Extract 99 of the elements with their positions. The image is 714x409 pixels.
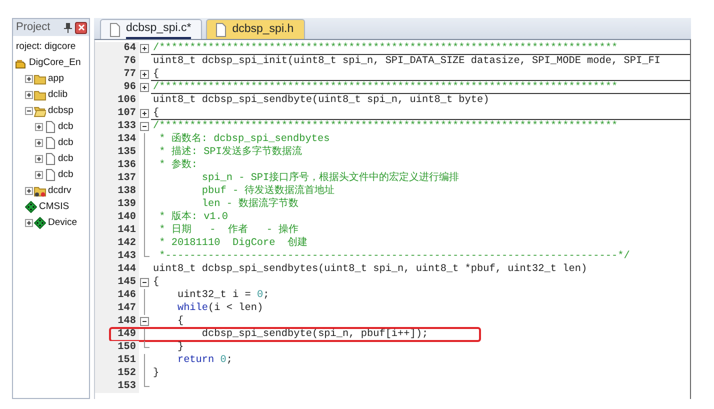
diamond-icon — [25, 201, 37, 213]
file-icon — [215, 22, 228, 36]
line-number: 138 — [95, 185, 139, 198]
line-number: 139 — [95, 198, 139, 211]
code-line: } — [176, 341, 185, 354]
collapse-icon[interactable] — [25, 107, 33, 115]
fold-expand-icon[interactable] — [139, 42, 151, 55]
open-folder-icon — [34, 105, 46, 117]
code-line: { — [151, 107, 690, 120]
code-line: * 日期 - 作者 - 操作 — [158, 224, 300, 236]
line-number: 134 — [95, 133, 139, 146]
file-icon — [44, 153, 56, 165]
code-line: * 函数名: dcbsp_spi_sendbytes — [158, 133, 331, 146]
code-line: /*************************************************************************** — [151, 81, 690, 94]
line-number: 151 — [95, 354, 139, 367]
target-icon — [15, 57, 27, 69]
code-line: } — [152, 367, 160, 380]
line-number: 96 — [95, 81, 139, 94]
line-number: 142 — [95, 237, 139, 250]
fold-expand-icon[interactable] — [139, 81, 151, 94]
code-line: * 20181110 DigCore 创建 — [158, 237, 308, 250]
close-button[interactable] — [75, 22, 87, 34]
code-line: /*************************************************************************** — [152, 120, 619, 133]
expand-icon[interactable] — [35, 139, 43, 147]
code-line: pbuf - 待发送数据流首地址 — [200, 185, 336, 198]
pin-icon[interactable] — [64, 22, 72, 32]
tree-item[interactable]: dclib — [13, 87, 89, 103]
expand-icon[interactable] — [35, 123, 43, 131]
tree-item[interactable]: dcb — [13, 151, 89, 167]
line-number: 136 — [95, 159, 139, 172]
tree-item[interactable]: dcb — [13, 119, 89, 135]
line-number: 64 — [95, 42, 139, 55]
panel-title: Project — [16, 20, 52, 36]
fold-collapse-icon[interactable] — [139, 276, 151, 289]
folder-icon — [34, 89, 46, 101]
line-number: 133 — [95, 120, 139, 133]
code-line: uint32_t i = 0; — [176, 289, 270, 302]
code-line: while(i < len) — [176, 302, 264, 315]
file-icon — [44, 121, 56, 133]
folder-icon — [34, 185, 46, 197]
expand-icon[interactable] — [25, 219, 33, 227]
line-number: 141 — [95, 224, 139, 237]
file-tab[interactable]: dcbsp_spi.c* — [100, 19, 202, 39]
tree-item[interactable]: dcbsp — [13, 103, 89, 119]
line-number: 107 — [95, 107, 139, 120]
line-number: 150 — [95, 341, 139, 354]
code-line: dcbsp_spi_sendbyte(spi_n, pbuf[i++]); — [200, 328, 430, 341]
line-number: 147 — [95, 302, 139, 315]
code-line: * 参数: — [158, 159, 198, 172]
tree-item[interactable]: dcdrv — [13, 183, 89, 199]
line-number: 76 — [95, 55, 139, 68]
file-tab[interactable]: dcbsp_spi.h — [206, 19, 305, 39]
code-line: /*************************************************************************** — [151, 42, 690, 55]
tree-item[interactable]: DigCore_En — [13, 55, 89, 71]
expand-icon[interactable] — [25, 75, 33, 83]
folder-icon — [34, 73, 46, 85]
tree-item[interactable]: app — [13, 71, 89, 87]
expand-icon[interactable] — [35, 171, 43, 179]
diamond-icon — [34, 217, 46, 229]
line-number: 143 — [95, 250, 139, 263]
file-icon — [44, 137, 56, 149]
line-number: 152 — [95, 367, 139, 380]
expand-icon[interactable] — [25, 91, 33, 99]
line-number: 145 — [95, 276, 139, 289]
tree-item[interactable]: Device — [13, 215, 89, 231]
line-number: 137 — [95, 172, 139, 185]
code-line: uint8_t dcbsp_spi_sendbyte(uint8_t spi_n, uint8_t byte) — [152, 94, 490, 107]
fold-expand-icon[interactable] — [139, 107, 151, 120]
fold-collapse-icon[interactable] — [139, 120, 151, 133]
fold-collapse-icon[interactable] — [139, 315, 151, 328]
code-line: return 0; — [176, 354, 234, 367]
line-number: 146 — [95, 289, 139, 302]
code-line: spi_n - SPI接口序号，根据头文件中的宏定义进行编排 — [200, 172, 460, 184]
code-line: * 版本: v1.0 — [158, 211, 230, 224]
code-line: len - 数据流字节数 — [200, 198, 300, 211]
expand-icon[interactable] — [35, 155, 43, 163]
line-number: 148 — [95, 315, 139, 328]
file-icon — [109, 22, 121, 36]
line-number: 144 — [95, 263, 139, 276]
code-line: * 描述: SPI发送多字节数据流 — [158, 146, 303, 158]
tree-item[interactable]: dcb — [13, 167, 89, 183]
line-number: 153 — [95, 380, 139, 393]
code-line: uint8_t dcbsp_spi_init(uint8_t spi_n, SPI_DATA_SIZE datasize, SPI_MODE mode, SPI_FI — [152, 55, 662, 68]
tree-item[interactable]: CMSIS — [13, 199, 89, 215]
line-number: 77 — [95, 68, 139, 81]
line-number: 106 — [95, 94, 139, 107]
tree-item[interactable]: roject: digcore — [13, 39, 89, 55]
code-line: { — [176, 315, 185, 328]
tree-item[interactable]: dcb — [13, 135, 89, 151]
code-line: { — [151, 68, 690, 81]
line-number: 135 — [95, 146, 139, 159]
line-number: 140 — [95, 211, 139, 224]
code-line: uint8_t dcbsp_spi_sendbytes(uint8_t spi_n, uint8_t *pbuf, uint32_t len) — [152, 263, 588, 276]
close-icon — [78, 24, 84, 31]
expand-icon[interactable] — [25, 187, 33, 195]
code-line: { — [152, 276, 160, 289]
code-line: *--------------------------------------------------------------------------*/ — [158, 250, 631, 263]
file-icon — [44, 169, 56, 181]
fold-expand-icon[interactable] — [139, 68, 151, 81]
